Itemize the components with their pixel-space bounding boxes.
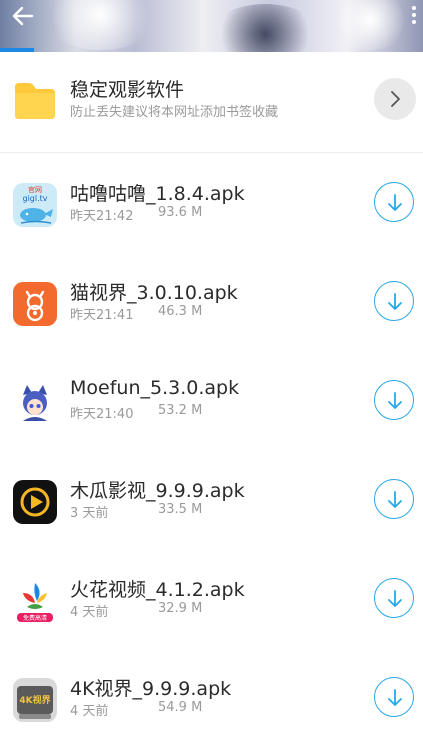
file-row-4[interactable]: 免费高清 火花视频_4.1.2.apk 4 天前 32.9 M [0,548,423,647]
folder-title: 稳定观影软件 [70,79,185,101]
cat-film-app-icon [13,282,57,326]
download-button[interactable] [374,479,414,519]
play-button-app-icon [13,480,57,524]
file-date: 昨天21:41 [70,308,134,323]
whale-icon-text: gigl.tv [22,194,47,203]
chevron-right-icon [391,91,400,107]
file-name: 火花视频_4.1.2.apk [70,579,245,601]
download-arrow-icon [388,689,402,706]
folder-subtitle: 防止丢失建议将本网址添加书签收藏 [70,105,279,120]
file-name: 咕噜咕噜_1.8.4.apk [70,183,245,205]
download-button[interactable] [374,281,414,321]
file-date: 3 天前 [70,506,109,521]
file-name: 猫视界_3.0.10.apk [70,282,238,304]
whale-icon-text-top: 官网 [28,185,42,194]
download-arrow-icon [388,491,402,508]
file-date: 4 天前 [70,605,109,620]
download-button[interactable] [374,380,414,420]
download-arrow-icon [388,590,402,607]
file-size: 46.3 M [158,304,203,319]
whale-app-icon: 官网 gigl.tv [13,183,57,227]
4k-icon-text: 4K视界 [19,694,50,706]
file-name: 4K视界_9.9.9.apk [70,678,232,700]
download-button[interactable] [374,578,414,618]
file-row-5[interactable]: 4K视界 4K视界_9.9.9.apk 4 天前 54.9 M [0,647,423,746]
file-size: 54.9 M [158,700,203,715]
back-arrow-icon[interactable] [8,4,36,28]
download-arrow-icon [388,194,402,211]
file-name: 木瓜影视_9.9.9.apk [70,480,245,502]
file-date: 4 天前 [70,704,109,719]
folder-icon [13,79,57,121]
file-size: 53.2 M [158,403,203,418]
file-row-2[interactable]: Moefun_5.3.0.apk 昨天21:40 53.2 M [0,350,423,449]
download-button[interactable] [374,677,414,717]
open-folder-button[interactable] [374,78,416,120]
download-arrow-icon [388,293,402,310]
spark-icon-text: 免费高清 [23,614,47,622]
4k-app-icon: 4K视界 [13,678,57,722]
more-menu-icon[interactable] [409,4,419,26]
spark-app-icon: 免费高清 [13,579,57,623]
file-row-1[interactable]: 猫视界_3.0.10.apk 昨天21:41 46.3 M [0,251,423,350]
file-size: 33.5 M [158,502,203,517]
file-size: 93.6 M [158,205,203,220]
download-button[interactable] [374,182,414,222]
file-name: Moefun_5.3.0.apk [70,377,240,399]
file-row-0[interactable]: 官网 gigl.tv 咕噜咕噜_1.8.4.apk 昨天21:42 93.6 M [0,152,423,251]
file-row-3[interactable]: 木瓜影视_9.9.9.apk 3 天前 33.5 M [0,449,423,548]
anime-girl-app-icon [13,381,57,425]
file-date: 昨天21:42 [70,209,134,224]
download-arrow-icon [388,392,402,409]
file-size: 32.9 M [158,601,203,616]
header-banner-image [0,0,423,52]
file-date: 昨天21:40 [70,407,134,422]
folder-row[interactable]: 稳定观影软件 防止丢失建议将本网址添加书签收藏 [0,52,423,153]
